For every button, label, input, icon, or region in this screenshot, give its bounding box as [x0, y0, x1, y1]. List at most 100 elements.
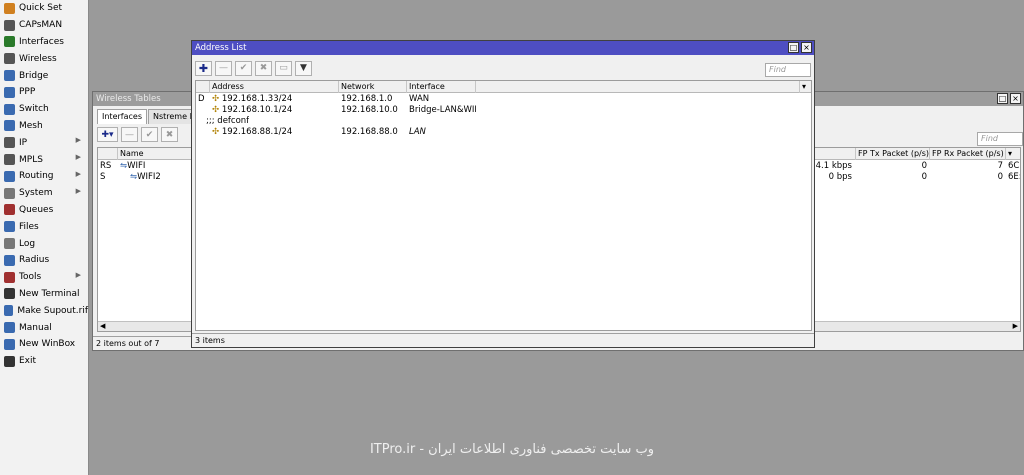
column-header-name[interactable]: Name	[118, 147, 192, 160]
sidebar-item-label: New Terminal	[19, 288, 80, 299]
address-list-titlebar[interactable]: Address List □ ×	[192, 41, 814, 55]
window-title: Address List	[195, 43, 247, 53]
routing-icon	[4, 170, 15, 182]
filter-icon[interactable]: ▼	[295, 60, 312, 76]
tab-interfaces[interactable]: Interfaces	[97, 109, 147, 124]
sidebar-item-bridge[interactable]: Bridge	[0, 67, 88, 84]
table-row[interactable]: ✣ 192.168.10.1/24 192.168.10.0 Bridge-LA…	[196, 104, 811, 115]
column-menu-icon[interactable]: ▾	[1006, 148, 1020, 160]
row-address: ✣ 192.168.10.1/24	[212, 104, 293, 115]
column-header-address[interactable]: Address	[210, 80, 339, 93]
sidebar-item-mpls[interactable]: MPLS ▶	[0, 151, 88, 168]
sidebar-menu: Quick Set CAPsMAN Interfaces Wireless Bridge…	[0, 0, 89, 475]
sidebar-item-new-winbox[interactable]: New WinBox	[0, 336, 88, 353]
sidebar-item-files[interactable]: Files	[0, 218, 88, 235]
sidebar-item-label: Tools	[19, 272, 42, 283]
maximize-icon[interactable]: □	[997, 93, 1008, 104]
submenu-arrow-icon: ▶	[75, 270, 81, 279]
close-icon[interactable]: ×	[801, 42, 812, 53]
interfaces-icon	[4, 36, 15, 48]
disable-button[interactable]: ✖	[255, 60, 272, 76]
sidebar-item-label: Bridge	[19, 70, 49, 81]
address-toolbar: ✚ — ✔ ✖ ▭ ▼	[192, 58, 814, 78]
comment-button[interactable]: ▭	[275, 60, 292, 76]
sidebar-item-quick-set[interactable]: Quick Set	[0, 0, 88, 17]
sidebar-item-exit[interactable]: Exit	[0, 353, 88, 370]
maximize-icon[interactable]: □	[788, 42, 799, 53]
manual-icon	[4, 322, 15, 334]
sidebar-item-label: Switch	[19, 104, 49, 115]
row-flag: S	[100, 171, 106, 182]
address-list-window: Address List □ × ✚ — ✔ ✖ ▭ ▼ Find Addres…	[191, 40, 815, 348]
sidebar-item-label: Files	[19, 221, 39, 232]
disable-button[interactable]: ✖	[161, 127, 178, 142]
sidebar-item-label: System	[19, 188, 53, 199]
address-icon: ✣	[212, 104, 220, 115]
enable-button[interactable]: ✔	[235, 60, 252, 76]
sidebar-item-manual[interactable]: Manual	[0, 319, 88, 336]
remove-button[interactable]: —	[121, 127, 138, 142]
scroll-right-icon[interactable]: ▶	[1013, 322, 1018, 330]
sidebar-item-label: Make Supout.rif	[17, 305, 88, 316]
sidebar-item-capsman[interactable]: CAPsMAN	[0, 17, 88, 34]
address-icon: ✣	[212, 126, 220, 137]
row-network: 192.168.1.0	[341, 93, 393, 104]
sidebar-item-new-terminal[interactable]: New Terminal	[0, 286, 88, 303]
row-fp-tx: 0	[921, 160, 927, 171]
sidebar-item-interfaces[interactable]: Interfaces	[0, 34, 88, 51]
sidebar-item-label: MPLS	[19, 154, 43, 165]
column-header-network[interactable]: Network	[339, 80, 407, 93]
sidebar-item-log[interactable]: Log	[0, 235, 88, 252]
column-header-fp-tx[interactable]: FP Tx Packet (p/s)	[856, 147, 930, 160]
add-button[interactable]: ✚▾	[97, 127, 118, 142]
mpls-icon	[4, 154, 15, 166]
row-interface: Bridge-LAN&WIFI	[409, 104, 476, 115]
table-row[interactable]: D ✣ 192.168.1.33/24 192.168.1.0 WAN	[196, 93, 811, 104]
sidebar-item-label: Queues	[19, 204, 54, 215]
add-button[interactable]: ✚	[195, 60, 212, 76]
sidebar-item-label: Exit	[19, 356, 37, 367]
close-icon[interactable]: ×	[1010, 93, 1021, 104]
enable-button[interactable]: ✔	[141, 127, 158, 142]
sidebar-item-label: Mesh	[19, 120, 43, 131]
watermark-text: ITPro.ir - وب سایت تخصصی فناوری اطلاعات …	[369, 442, 655, 457]
gear-icon	[4, 187, 15, 199]
address-icon: ✣	[212, 93, 220, 104]
table-row[interactable]: ✣ 192.168.88.1/24 192.168.88.0 LAN	[196, 126, 811, 137]
row-flag: D	[198, 93, 205, 104]
sidebar-item-radius[interactable]: Radius	[0, 252, 88, 269]
sidebar-item-label: Radius	[19, 255, 50, 266]
sidebar-item-make-supout-rif[interactable]: Make Supout.rif	[0, 302, 88, 319]
column-menu-icon[interactable]: ▾	[799, 80, 811, 93]
sidebar-item-routing[interactable]: Routing ▶	[0, 168, 88, 185]
remove-button[interactable]: —	[215, 60, 232, 76]
sidebar-item-tools[interactable]: Tools ▶	[0, 269, 88, 286]
address-find-input[interactable]: Find	[765, 63, 811, 77]
sidebar-item-system[interactable]: System ▶	[0, 185, 88, 202]
sidebar-item-label: CAPsMAN	[19, 20, 63, 31]
folder-icon	[4, 221, 15, 233]
sidebar-item-ppp[interactable]: PPP	[0, 84, 88, 101]
sidebar-item-label: PPP	[19, 87, 36, 98]
scroll-left-icon[interactable]: ◀	[100, 322, 105, 330]
queues-icon	[4, 204, 15, 216]
row-fp-tx: 0	[921, 171, 927, 182]
sidebar-item-mesh[interactable]: Mesh	[0, 118, 88, 135]
column-header-fp-rx[interactable]: FP Rx Packet (p/s)	[930, 147, 1006, 160]
row-interface: LAN	[409, 126, 426, 137]
sidebar-item-label: Log	[19, 238, 36, 249]
row-fp-rx: 7	[997, 160, 1003, 171]
sidebar-item-wireless[interactable]: Wireless	[0, 50, 88, 67]
sidebar-item-label: Interfaces	[19, 36, 64, 47]
column-header-interface[interactable]: Interface	[407, 80, 476, 93]
row-network: 192.168.10.0	[341, 104, 398, 115]
submenu-arrow-icon: ▶	[75, 186, 81, 195]
sidebar-item-switch[interactable]: Switch	[0, 101, 88, 118]
address-status-bar: 3 items	[192, 333, 814, 347]
sidebar-item-queues[interactable]: Queues	[0, 202, 88, 219]
supout-icon	[4, 305, 14, 317]
wireless-find-input[interactable]: Find	[977, 132, 1023, 146]
sidebar-item-ip[interactable]: IP ▶	[0, 134, 88, 151]
row-address: ✣ 192.168.88.1/24	[212, 126, 293, 137]
sidebar-item-label: New WinBox	[19, 339, 76, 350]
